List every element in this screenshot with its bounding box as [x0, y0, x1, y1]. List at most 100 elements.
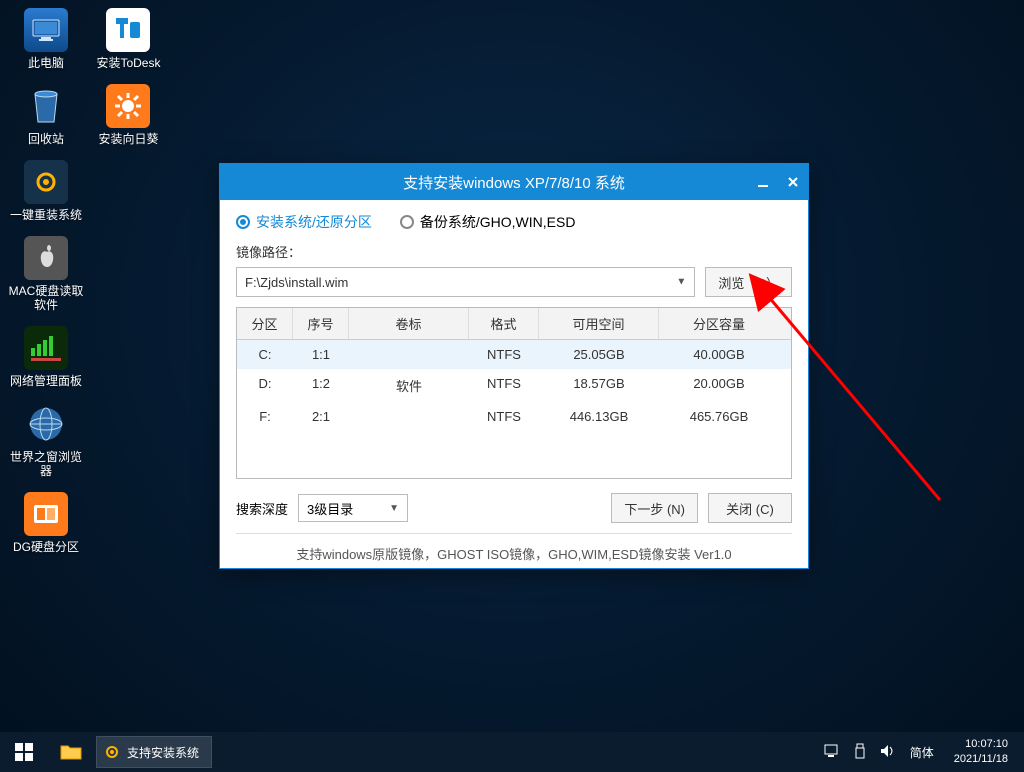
- col-volume: 卷标: [349, 308, 469, 339]
- cell: NTFS: [469, 369, 539, 402]
- window-title: 支持安装windows XP/7/8/10 系统: [403, 172, 625, 193]
- desktop-icon-this-pc[interactable]: 此电脑: [8, 8, 84, 70]
- image-path-value: F:\Zjds\install.wim: [245, 275, 348, 290]
- taskbar-explorer[interactable]: [48, 732, 94, 772]
- close-window-button[interactable]: 关闭 (C): [708, 493, 792, 523]
- depth-select[interactable]: 3级目录 ▼: [298, 494, 408, 522]
- taskbar-app-installer[interactable]: 支持安装系统: [96, 736, 212, 768]
- taskbar-app-label: 支持安装系统: [127, 744, 199, 761]
- desktop-icon-label: 网络管理面板: [8, 374, 84, 388]
- table-row[interactable]: D: 1:2 软件 NTFS 18.57GB 20.00GB: [237, 369, 791, 402]
- table-header: 分区 序号 卷标 格式 可用空间 分区容量: [237, 308, 791, 340]
- cell: NTFS: [469, 402, 539, 431]
- desktop-icon-label: 一键重装系统: [8, 208, 84, 222]
- windows-icon: [15, 743, 33, 761]
- cell: 18.57GB: [539, 369, 659, 402]
- sunflower-icon: [106, 84, 150, 128]
- tray-usb-icon[interactable]: [854, 743, 866, 762]
- globe-icon: [24, 402, 68, 446]
- taskbar: 支持安装系统 简体 10:07:10 2021/11/18: [0, 732, 1024, 772]
- radio-backup-label: 备份系统/GHO,WIN,ESD: [420, 212, 576, 232]
- browse-button[interactable]: 浏览（B）: [705, 267, 792, 297]
- window-content: 安装系统/还原分区 备份系统/GHO,WIN,ESD 镜像路径： F:\Zjds…: [220, 200, 808, 571]
- desktop-icon-recycle[interactable]: 回收站: [8, 84, 84, 146]
- table-row[interactable]: C: 1:1 NTFS 25.05GB 40.00GB: [237, 340, 791, 369]
- cell: [349, 340, 469, 369]
- cell: D:: [237, 369, 293, 402]
- next-button[interactable]: 下一步 (N): [611, 493, 698, 523]
- col-index: 序号: [293, 308, 349, 339]
- dropdown-icon: ▼: [676, 277, 686, 288]
- apple-icon: [24, 236, 68, 280]
- start-button[interactable]: [0, 732, 48, 772]
- close-button[interactable]: [784, 173, 802, 191]
- gear-icon: [103, 743, 121, 761]
- desktop-icon-label: 回收站: [8, 132, 84, 146]
- cell: 20.00GB: [659, 369, 779, 402]
- gear-icon: [24, 160, 68, 204]
- tray-date: 2021/11/18: [954, 752, 1008, 767]
- cell: 465.76GB: [659, 402, 779, 431]
- desktop-icon-label: 世界之窗浏览器: [8, 450, 84, 478]
- todesk-icon: [106, 8, 150, 52]
- desktop: 此电脑 回收站 一键重装系统 MAC硬盘读取软件: [0, 0, 1024, 772]
- mode-radios: 安装系统/还原分区 备份系统/GHO,WIN,ESD: [236, 212, 792, 232]
- bottom-row: 搜索深度 3级目录 ▼ 下一步 (N) 关闭 (C): [236, 493, 792, 523]
- dropdown-icon: ▼: [389, 503, 399, 514]
- radio-icon: [236, 215, 250, 229]
- cell: [349, 402, 469, 431]
- footer-text: 支持windows原版镜像，GHOST ISO镜像，GHO,WIM,ESD镜像安…: [236, 533, 792, 563]
- network-icon: [24, 326, 68, 370]
- desktop-icon-todesk[interactable]: 安装ToDesk: [90, 8, 166, 70]
- partition-table: 分区 序号 卷标 格式 可用空间 分区容量 C: 1:1 NTFS 25.05G…: [236, 307, 792, 479]
- desktop-icon-label: DG硬盘分区: [8, 540, 84, 554]
- desktop-icon-label: 安装向日葵: [90, 132, 166, 146]
- minimize-button[interactable]: [754, 173, 772, 191]
- cell: C:: [237, 340, 293, 369]
- radio-backup[interactable]: 备份系统/GHO,WIN,ESD: [400, 212, 576, 232]
- image-path-input[interactable]: F:\Zjds\install.wim ▼: [236, 267, 695, 297]
- desktop-icon-dg[interactable]: DG硬盘分区: [8, 492, 84, 554]
- partition-icon: [24, 492, 68, 536]
- system-tray: 简体 10:07:10 2021/11/18: [814, 737, 1024, 767]
- depth-value: 3级目录: [307, 499, 353, 518]
- col-free: 可用空间: [539, 308, 659, 339]
- desktop-icons: 此电脑 回收站 一键重装系统 MAC硬盘读取软件: [8, 8, 166, 568]
- cell: 25.05GB: [539, 340, 659, 369]
- tray-clock[interactable]: 10:07:10 2021/11/18: [948, 737, 1014, 767]
- desktop-icon-label: MAC硬盘读取软件: [8, 284, 84, 312]
- tray-volume-icon[interactable]: [880, 744, 896, 761]
- cell: 40.00GB: [659, 340, 779, 369]
- radio-install-label: 安装系统/还原分区: [256, 212, 372, 232]
- window-controls: [754, 164, 802, 200]
- col-capacity: 分区容量: [659, 308, 779, 339]
- radio-icon: [400, 215, 414, 229]
- table-row[interactable]: F: 2:1 NTFS 446.13GB 465.76GB: [237, 402, 791, 431]
- tray-time: 10:07:10: [954, 737, 1008, 752]
- installer-window: 支持安装windows XP/7/8/10 系统 安装系统/还原分区 备份系统/…: [219, 163, 809, 569]
- folder-icon: [60, 743, 82, 761]
- desktop-icon-mac-disk[interactable]: MAC硬盘读取软件: [8, 236, 84, 312]
- cell: 1:2: [293, 369, 349, 402]
- path-label: 镜像路径：: [236, 242, 792, 261]
- col-format: 格式: [469, 308, 539, 339]
- titlebar[interactable]: 支持安装windows XP/7/8/10 系统: [220, 164, 808, 200]
- cell: 2:1: [293, 402, 349, 431]
- desktop-icon-network[interactable]: 网络管理面板: [8, 326, 84, 388]
- cell: 446.13GB: [539, 402, 659, 431]
- tray-ime[interactable]: 简体: [910, 744, 934, 761]
- cell: 软件: [349, 369, 469, 402]
- cell: 1:1: [293, 340, 349, 369]
- desktop-icon-label: 安装ToDesk: [90, 56, 166, 70]
- desktop-icon-sunflower[interactable]: 安装向日葵: [90, 84, 166, 146]
- tray-network-icon[interactable]: [824, 744, 840, 761]
- cell: NTFS: [469, 340, 539, 369]
- depth-label: 搜索深度: [236, 499, 288, 518]
- desktop-icon-browser[interactable]: 世界之窗浏览器: [8, 402, 84, 478]
- pc-icon: [24, 8, 68, 52]
- path-row: F:\Zjds\install.wim ▼ 浏览（B）: [236, 267, 792, 297]
- recycle-icon: [24, 84, 68, 128]
- cell: F:: [237, 402, 293, 431]
- desktop-icon-reinstall[interactable]: 一键重装系统: [8, 160, 84, 222]
- radio-install[interactable]: 安装系统/还原分区: [236, 212, 372, 232]
